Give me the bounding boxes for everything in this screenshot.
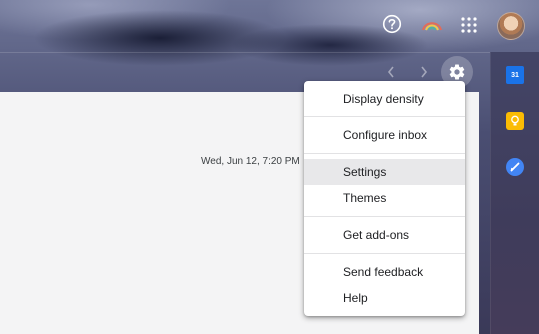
settings-menu: Display density Configure inbox Settings… [304,81,465,316]
menu-divider [304,116,465,117]
email-date: Wed, Jun 12, 7:20 PM [201,156,300,167]
menu-item-display-density[interactable]: Display density [304,86,465,112]
tasks-icon[interactable] [506,158,524,176]
calendar-day-label: 31 [511,71,519,79]
menu-divider [304,153,465,154]
user-avatar[interactable] [497,12,525,40]
keep-icon[interactable] [506,112,524,130]
calendar-icon[interactable]: 31 [506,66,524,84]
menu-item-help[interactable]: Help [304,285,465,311]
chevron-right-icon[interactable] [415,62,433,82]
chevron-left-icon[interactable] [382,62,400,82]
apps-grid-icon[interactable] [458,14,480,36]
side-panel [490,52,539,334]
menu-divider [304,253,465,254]
header-divider [0,52,490,53]
gear-icon [449,64,465,80]
rainbow-icon[interactable] [419,14,445,34]
menu-item-configure-inbox[interactable]: Configure inbox [304,122,465,148]
menu-divider [304,216,465,217]
help-icon[interactable] [380,12,404,36]
menu-item-settings[interactable]: Settings [304,159,465,185]
menu-item-get-add-ons[interactable]: Get add-ons [304,222,465,248]
menu-item-themes[interactable]: Themes [304,185,465,211]
menu-item-send-feedback[interactable]: Send feedback [304,259,465,285]
